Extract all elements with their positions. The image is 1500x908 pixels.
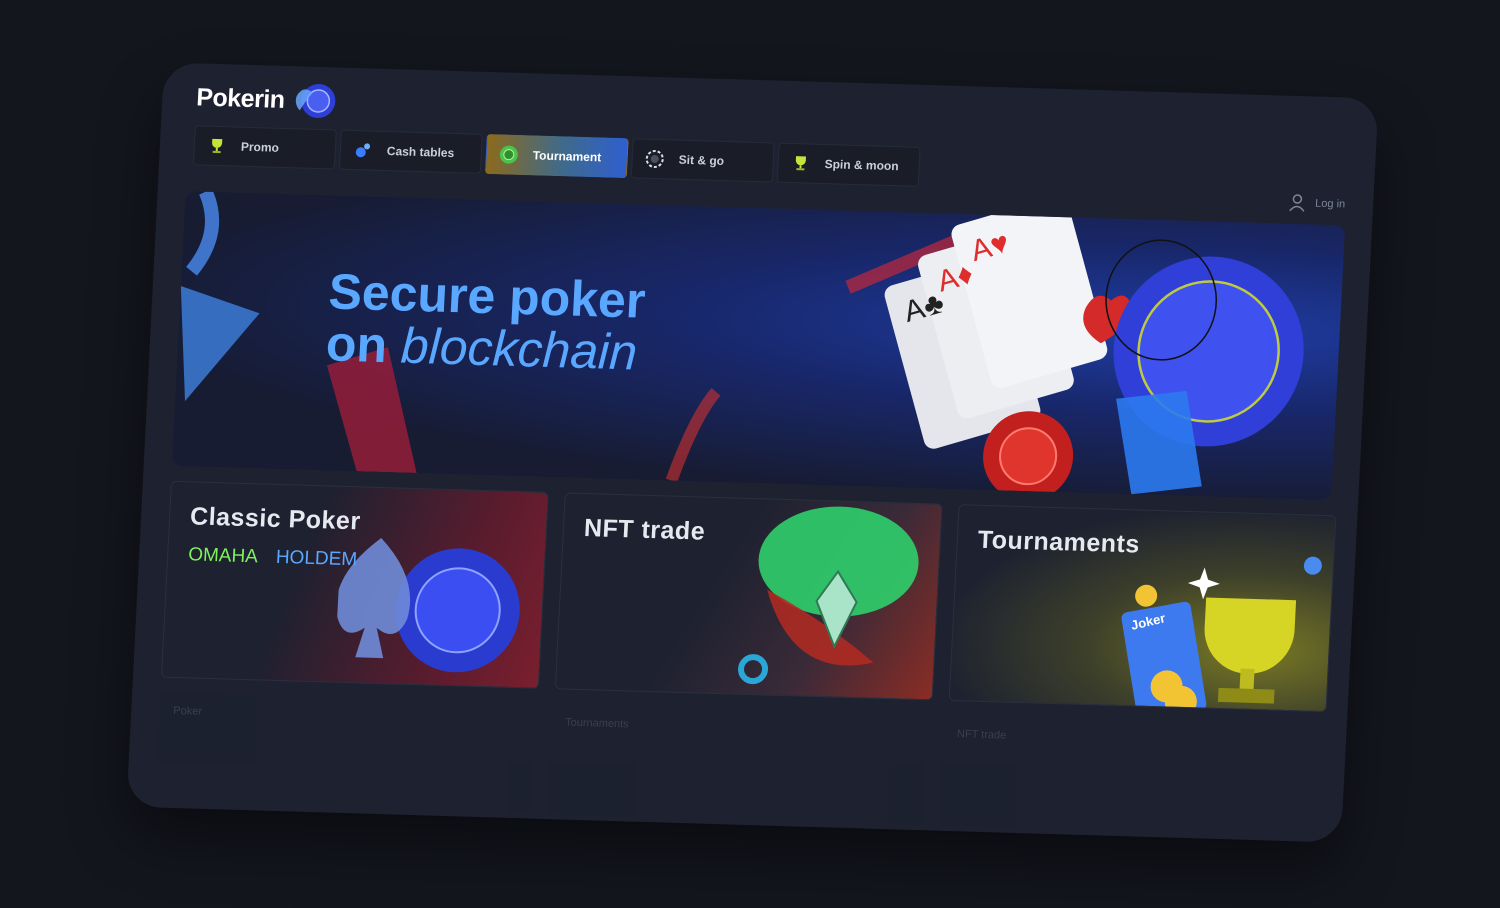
shelf-item-tournaments[interactable]: Tournaments xyxy=(546,704,928,826)
tab-label: Spin & moon xyxy=(824,157,899,174)
card-title: Tournaments xyxy=(977,525,1141,559)
card-title: Classic Poker xyxy=(189,502,362,536)
trophy-icon xyxy=(790,153,811,174)
hero-headline: Secure poker on blockchain xyxy=(324,263,647,381)
tab-sit-and-go[interactable]: Sit & go xyxy=(630,138,775,183)
card-classic-poker[interactable]: Classic Poker OMAHA HOLDEM xyxy=(160,480,549,689)
shelf-item-nft-trade[interactable]: NFT trade xyxy=(938,715,1320,837)
hero-banner: A♣ A♦ A♥ Secure poker on blockchain xyxy=(171,191,1346,501)
tab-tournament[interactable]: Tournament xyxy=(484,133,629,179)
content-shelf: Poker Tournaments NFT trade xyxy=(154,692,1320,837)
omaha-link[interactable]: OMAHA xyxy=(188,544,259,568)
hero-line-2-prefix: on xyxy=(324,315,389,374)
hero-line-2-italic: blockchain xyxy=(399,317,639,381)
trophy-art: Joker xyxy=(1121,556,1322,712)
shelf-item-poker[interactable]: Poker xyxy=(154,692,537,814)
main-nav: Promo Cash tables Tournament Sit & go Sp… xyxy=(192,125,921,187)
tab-promo[interactable]: Promo xyxy=(192,125,337,170)
tab-cash-tables[interactable]: Cash tables xyxy=(338,129,483,174)
logo-chip-icon xyxy=(296,83,336,118)
logo[interactable]: Pokerin xyxy=(195,77,339,121)
nft-art xyxy=(738,506,919,685)
tab-label: Tournament xyxy=(532,148,602,165)
tab-spin-and-moon[interactable]: Spin & moon xyxy=(776,142,921,187)
login-label: Log in xyxy=(1314,197,1346,211)
tab-label: Promo xyxy=(240,139,280,155)
spade-chip-art xyxy=(336,538,520,673)
user-icon xyxy=(1289,194,1305,212)
shelf-label: NFT trade xyxy=(956,728,1007,742)
card-title: NFT trade xyxy=(583,514,706,546)
card-tournaments[interactable]: Joker Tournaments xyxy=(948,504,1337,713)
card-subtitles: OMAHA HOLDEM xyxy=(188,544,358,571)
chip-green-icon xyxy=(498,144,519,165)
chips-icon xyxy=(352,140,373,161)
hero-line-2: on blockchain xyxy=(324,315,644,381)
tab-label: Cash tables xyxy=(386,144,455,161)
app-window: Pokerin Promo Cash tables Tournament Sit… xyxy=(126,62,1379,843)
category-cards: Classic Poker OMAHA HOLDEM NFT trade Jok… xyxy=(160,480,1337,713)
login-button[interactable]: Log in xyxy=(1289,194,1346,214)
tab-label: Sit & go xyxy=(678,152,725,169)
chip-ring-icon xyxy=(644,149,665,170)
shelf-label: Poker xyxy=(173,704,203,718)
logo-text: Pokerin xyxy=(195,82,286,114)
holdem-link[interactable]: HOLDEM xyxy=(275,547,357,571)
shelf-label: Tournaments xyxy=(564,716,630,731)
trophy-icon xyxy=(206,136,227,157)
card-nft-trade[interactable]: NFT trade xyxy=(554,492,943,701)
